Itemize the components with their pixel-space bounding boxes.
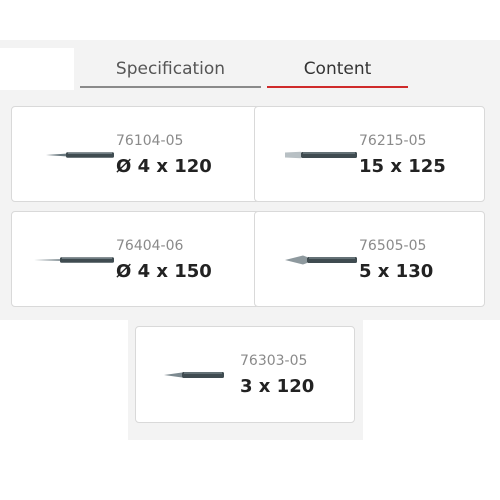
product-size: Ø 4 x 120: [116, 156, 212, 177]
flat-chisel-icon: [285, 151, 357, 159]
cape-chisel-icon: [285, 255, 357, 265]
product-code: 76404-06: [116, 238, 184, 254]
tab-content[interactable]: Content: [267, 52, 408, 88]
product-size: Ø 4 x 150: [116, 261, 212, 282]
product-card[interactable]: 76404-06 Ø 4 x 150: [11, 211, 260, 307]
product-card[interactable]: 76303-05 3 x 120: [135, 326, 355, 423]
pin-punch-icon: [46, 152, 114, 158]
product-code: 76303-05: [240, 353, 308, 369]
tab-specification[interactable]: Specification: [80, 52, 261, 88]
center-punch-icon: [164, 372, 224, 378]
product-size: 3 x 120: [240, 376, 315, 397]
product-card[interactable]: 76505-05 5 x 130: [254, 211, 485, 307]
product-size: 15 x 125: [359, 156, 446, 177]
product-size: 5 x 130: [359, 261, 434, 282]
left-notch: [0, 48, 74, 90]
product-code: 76215-05: [359, 133, 427, 149]
product-card[interactable]: 76215-05 15 x 125: [254, 106, 485, 202]
long-pin-punch-icon: [34, 257, 114, 263]
product-code: 76505-05: [359, 238, 427, 254]
product-card[interactable]: 76104-05 Ø 4 x 120: [11, 106, 260, 202]
product-code: 76104-05: [116, 133, 184, 149]
tab-bar: Specification Content: [80, 52, 408, 88]
